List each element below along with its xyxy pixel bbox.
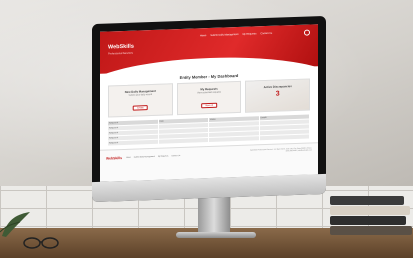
- monitor-stand: [198, 196, 230, 234]
- table-cell: [209, 136, 259, 142]
- create-button[interactable]: Create: [133, 105, 148, 111]
- footer-address: WebSkills Professional Services, 123 Mai…: [250, 148, 312, 153]
- footer-link-submit[interactable]: Submit Daily Management: [134, 156, 155, 159]
- stacked-books: [330, 196, 413, 236]
- card-active-discrepancies[interactable]: Active Discrepancies 3: [245, 78, 311, 113]
- table-cell: [158, 138, 208, 144]
- card-my-requests[interactable]: My Requests View submitted requests View…: [176, 80, 242, 116]
- monitor: WebSkills Professional Services Home Sub…: [92, 15, 326, 203]
- footer-link-requests[interactable]: My Requests: [158, 155, 169, 157]
- screen: WebSkills Professional Services Home Sub…: [100, 24, 318, 182]
- table-cell: Request #: [108, 139, 158, 146]
- footer-links: Home Submit Daily Management My Requests…: [126, 155, 180, 159]
- eyeglasses: [23, 237, 59, 249]
- footer-link-contact[interactable]: Contact Us: [171, 155, 180, 157]
- card-new-daily[interactable]: New Daily Management Submit your daily r…: [108, 83, 173, 118]
- brand-logo[interactable]: WebSkills: [108, 44, 134, 51]
- nav-item-home[interactable]: Home: [200, 34, 206, 37]
- nav-item-contact[interactable]: Contact Us: [260, 32, 272, 35]
- footer-logo[interactable]: WebSkills: [106, 156, 122, 161]
- table-cell: [259, 134, 309, 141]
- nav-item-requests[interactable]: My Requests: [242, 32, 256, 35]
- requests-table: Request # Date Status Details Request # …: [108, 114, 310, 146]
- view-all-button[interactable]: View All: [201, 102, 217, 109]
- monitor-base: [176, 232, 256, 238]
- dashboard-cards: New Daily Management Submit your daily r…: [108, 78, 311, 118]
- plant-leaves: [0, 212, 30, 237]
- footer-link-home[interactable]: Home: [126, 157, 131, 159]
